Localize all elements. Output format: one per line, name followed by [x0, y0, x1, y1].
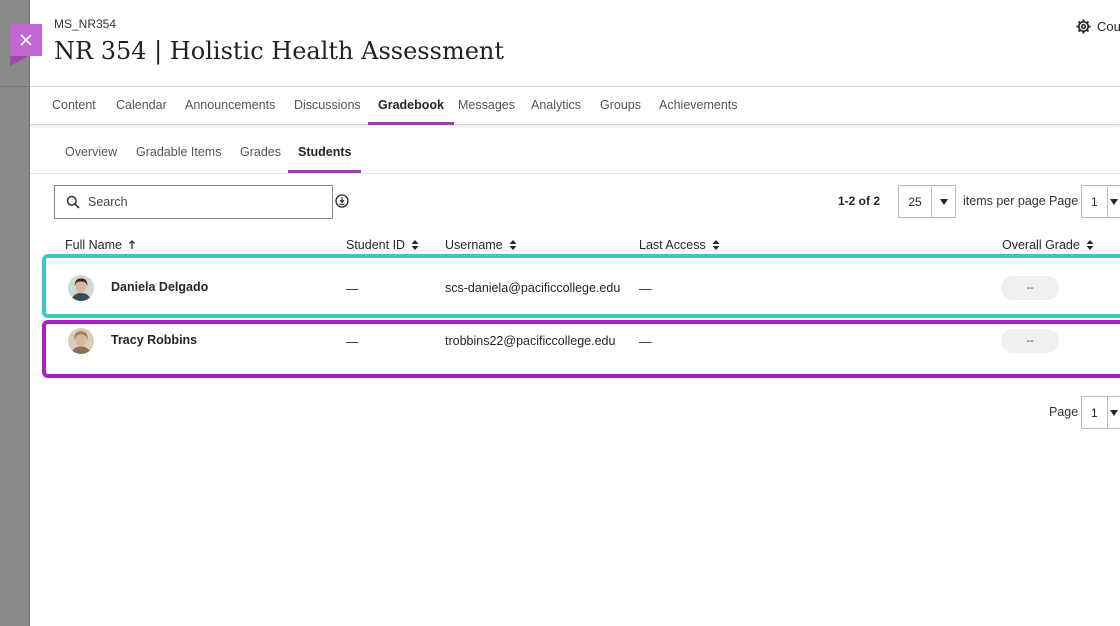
- tab-gradable-items[interactable]: Gradable Items: [136, 136, 221, 173]
- overall-grade-pill[interactable]: --: [1001, 276, 1059, 300]
- sort-ascending-icon: [129, 240, 135, 249]
- left-rail: [0, 0, 30, 626]
- caret-down-icon: [1106, 397, 1120, 428]
- course-nav-tabs: Content Calendar Announcements Discussio…: [30, 86, 1120, 125]
- column-last-access[interactable]: Last Access: [639, 238, 720, 252]
- search-field[interactable]: [54, 185, 333, 219]
- info-icon[interactable]: [335, 194, 349, 208]
- sort-icon: [509, 240, 517, 250]
- student-id: —: [346, 282, 359, 296]
- tab-announcements[interactable]: Announcements: [185, 87, 275, 125]
- footer-page-select[interactable]: 1: [1081, 396, 1120, 429]
- page-value: 1: [1090, 194, 1098, 209]
- sort-icon: [411, 240, 419, 250]
- last-access: —: [639, 335, 652, 349]
- caret-down-icon: [931, 186, 955, 217]
- avatar: [68, 328, 94, 354]
- gradebook-tabs: Overview Gradable Items Grades Students: [30, 136, 1120, 174]
- table-row: Daniela Delgado — scs-daniela@pacificcol…: [44, 260, 1120, 316]
- sort-icon: [1086, 240, 1094, 250]
- items-per-page-value: 25: [908, 194, 922, 209]
- column-username[interactable]: Username: [445, 238, 517, 252]
- page-label: Page: [1049, 194, 1079, 208]
- course-code: MS_NR354: [54, 17, 117, 31]
- sort-icon: [712, 240, 720, 250]
- avatar: [68, 275, 94, 301]
- caret-down-icon: [1106, 186, 1120, 217]
- column-overall-grade[interactable]: Overall Grade: [1002, 238, 1094, 252]
- close-button-tail: [10, 56, 28, 66]
- footer-page-label: Page: [1049, 405, 1079, 419]
- column-label: Overall Grade: [1002, 238, 1080, 252]
- items-per-page-label: items per page: [963, 194, 1046, 208]
- course-title: NR 354 | Holistic Health Assessment: [54, 37, 504, 65]
- rail-divider: [0, 86, 30, 87]
- tab-analytics[interactable]: Analytics: [531, 87, 581, 125]
- student-name[interactable]: Tracy Robbins: [111, 333, 197, 347]
- gear-icon: [1076, 19, 1091, 34]
- tab-students[interactable]: Students: [287, 136, 363, 173]
- last-access: —: [639, 282, 652, 296]
- search-input[interactable]: [88, 195, 318, 209]
- items-per-page-select[interactable]: 25: [898, 185, 956, 218]
- footer-page-value: 1: [1090, 405, 1098, 420]
- column-student-id[interactable]: Student ID: [346, 238, 419, 252]
- column-label: Student ID: [346, 238, 406, 252]
- page-select[interactable]: 1: [1081, 185, 1120, 218]
- student-name[interactable]: Daniela Delgado: [111, 280, 208, 294]
- course-panel: MS_NR354 NR 354 | Holistic Health Assess…: [30, 0, 1120, 626]
- search-icon: [66, 195, 80, 209]
- tab-gradebook[interactable]: Gradebook: [368, 87, 454, 125]
- results-range: 1-2 of 2: [838, 194, 881, 208]
- close-panel-button[interactable]: [10, 24, 42, 56]
- tab-achievements[interactable]: Achievements: [659, 87, 738, 125]
- tab-messages[interactable]: Messages: [458, 87, 515, 125]
- tab-calendar[interactable]: Calendar: [116, 87, 167, 125]
- tab-groups[interactable]: Groups: [600, 87, 641, 125]
- username: trobbins22@pacificcollege.edu: [445, 334, 616, 348]
- column-label: Username: [445, 238, 503, 252]
- student-id: —: [346, 335, 359, 349]
- course-settings-label: Cou: [1097, 19, 1120, 34]
- username: scs-daniela@pacificcollege.edu: [445, 281, 621, 295]
- close-icon: [20, 34, 32, 46]
- table-row: Tracy Robbins — trobbins22@pacificcolleg…: [44, 313, 1120, 369]
- column-full-name[interactable]: Full Name: [65, 238, 136, 252]
- overall-grade-pill[interactable]: --: [1001, 329, 1059, 353]
- tab-discussions[interactable]: Discussions: [294, 87, 361, 125]
- tab-content[interactable]: Content: [52, 87, 96, 125]
- tab-overview[interactable]: Overview: [65, 136, 117, 173]
- column-label: Full Name: [65, 238, 122, 252]
- course-settings-button[interactable]: Cou: [1076, 19, 1120, 34]
- tab-grades[interactable]: Grades: [240, 136, 281, 173]
- column-label: Last Access: [639, 238, 706, 252]
